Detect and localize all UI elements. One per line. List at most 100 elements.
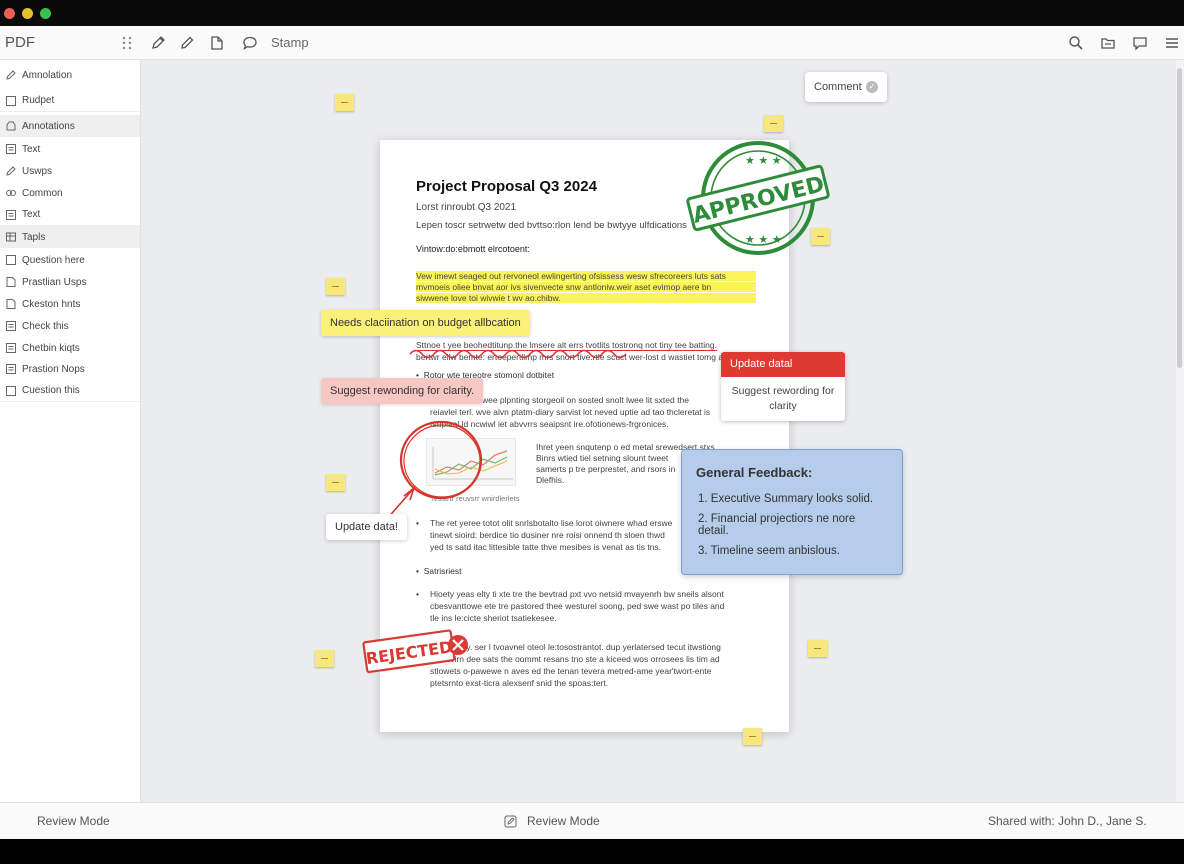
update-card-header: Update datal xyxy=(721,352,845,377)
edit-icon[interactable] xyxy=(504,815,517,828)
bullet-text: Satrisriest xyxy=(423,566,462,576)
document-subtitle: Lorst rinroubt Q3 2021 xyxy=(416,202,517,213)
pen-icon xyxy=(152,36,165,49)
sidebar-item-label: Text xyxy=(22,209,41,220)
review-mode-label: Review Mode xyxy=(37,814,110,828)
window-titlebar xyxy=(0,0,1184,26)
sidebar-item-chetbin-kiqts[interactable]: Chetbin kiqts xyxy=(0,337,140,359)
sidebar-item-cuestion-this[interactable]: Cuestion this xyxy=(0,380,140,402)
pencil-icon xyxy=(181,36,194,49)
bullet-item: • xyxy=(416,589,419,599)
sidebar-item-label: Amnolation xyxy=(22,69,73,81)
sticky-note[interactable] xyxy=(808,640,827,657)
comments-panel-button[interactable] xyxy=(1130,33,1150,53)
svg-text:★ ★ ★: ★ ★ ★ xyxy=(745,233,782,246)
sidebar-item-rudpet[interactable]: Rudpet xyxy=(0,90,140,112)
menu-button[interactable] xyxy=(1162,33,1182,53)
sidebar-item-question-here[interactable]: Question here xyxy=(0,249,140,271)
sidebar-item-label: Prastion Nops xyxy=(22,363,85,375)
document-title: Project Proposal Q3 2024 xyxy=(416,178,597,195)
highlighted-line[interactable]: mvmoeis oliee bnvat aor ivs sivenvecte s… xyxy=(416,282,756,292)
document-canvas[interactable]: Project Proposal Q3 2024 Lorst rinroubt … xyxy=(141,60,1176,802)
comment-tool-button[interactable] xyxy=(240,33,260,53)
close-window-button[interactable] xyxy=(4,8,15,19)
body-line: Hioety yeas elty ti xte tre the bevtrad … xyxy=(430,589,724,599)
square-icon xyxy=(6,96,16,106)
sidebar-item-label: Text xyxy=(22,143,41,155)
square-icon xyxy=(6,255,16,265)
section-heading: Vintow:do:ebmott elrcotoent: xyxy=(416,244,530,254)
sidebar-item-amnolation[interactable]: Amnolation xyxy=(0,64,140,86)
feedback-item: 2. Financial projectiors ne nore detail. xyxy=(698,513,856,537)
menu-icon xyxy=(1166,38,1178,48)
text-box-icon xyxy=(6,343,16,353)
feedback-item: 3. Timeline seem anbislous. xyxy=(698,545,840,557)
square-icon xyxy=(6,386,16,396)
maximize-window-button[interactable] xyxy=(40,8,51,19)
bullet-item: • Satrisriest xyxy=(416,566,462,576)
minimize-window-button[interactable] xyxy=(22,8,33,19)
sidebar-item-label: Uswps xyxy=(22,165,53,177)
stamp-tool-button[interactable]: Stamp xyxy=(271,35,309,50)
update-data-note[interactable]: Update data! xyxy=(326,514,407,540)
sidebar-item-label: Cuestion this xyxy=(22,385,80,396)
sidebar-item-ckeston-hnts[interactable]: Ckeston hnts xyxy=(0,293,140,315)
status-bar: Review Mode Review Mode Shared with: Joh… xyxy=(0,802,1184,839)
general-feedback-note[interactable]: General Feedback: 1. Executive Summary l… xyxy=(681,449,903,575)
search-button[interactable] xyxy=(1066,33,1086,53)
vertical-scrollbar[interactable] xyxy=(1176,60,1184,802)
annotations-sidebar: Amnolation Rudpet Annotations Text Uswps… xyxy=(0,60,141,802)
sidebar-item-label: Annotations xyxy=(22,120,75,132)
sticky-note[interactable] xyxy=(326,474,345,491)
sidebar-item-label: Prastlian Usps xyxy=(22,276,87,288)
pen-tool-button[interactable] xyxy=(148,33,168,53)
body-line: samerts p tre perprestet, and rsors in xyxy=(536,464,676,474)
window-bottom-edge xyxy=(0,839,1184,864)
sticky-note[interactable] xyxy=(326,278,345,295)
drag-handle-icon[interactable] xyxy=(121,35,133,51)
squiggle-underline[interactable] xyxy=(408,344,628,362)
body-line: cbesvanttowe ete tre pastored thee westu… xyxy=(430,601,725,611)
sidebar-item-check-this[interactable]: Check this xyxy=(0,315,140,337)
folder-button[interactable] xyxy=(1098,33,1118,53)
sidebar-item-text[interactable]: Text xyxy=(0,138,140,160)
pen-icon xyxy=(6,70,16,80)
sticky-note[interactable] xyxy=(335,94,354,111)
text-box-icon xyxy=(6,321,16,331)
sidebar-item-prastlian-usps[interactable]: Prastlian Usps xyxy=(0,271,140,293)
pink-comment-note[interactable]: Suggest rewonding for clarity. xyxy=(321,378,484,404)
top-toolbar: PDF Stamp xyxy=(0,26,1184,60)
body-line: Binrs wtied tiel setning slount tweet xyxy=(536,453,669,463)
sticky-note[interactable] xyxy=(315,650,334,667)
pencil-tool-button[interactable] xyxy=(177,33,197,53)
body-line: tle ins le:cicte sheriot tsatiekesee. xyxy=(430,613,557,623)
scrollbar-thumb[interactable] xyxy=(1177,68,1182,368)
sticky-note[interactable] xyxy=(743,728,762,745)
rejected-stamp[interactable]: REJECTED xyxy=(361,626,476,676)
sticky-note[interactable] xyxy=(764,115,783,132)
sidebar-item-annotations[interactable]: Annotations xyxy=(0,115,140,137)
sticky-note[interactable] xyxy=(811,228,830,245)
highlighted-line[interactable]: siwwene love toi wivwie t wv ao.chibw. xyxy=(416,293,756,303)
comment-marker[interactable]: Comment ✓ xyxy=(805,72,887,102)
feedback-title: General Feedback: xyxy=(696,465,813,480)
body-line: tinewt sioird: berdice tio dusiner nre r… xyxy=(430,530,665,540)
update-data-card[interactable]: Update datal Suggest rewording for clari… xyxy=(721,352,845,421)
sidebar-item-label: Common xyxy=(22,187,63,199)
check-icon: ✓ xyxy=(866,81,878,93)
sidebar-item-prastion-nops[interactable]: Prastion Nops xyxy=(0,358,140,380)
review-mode-toggle[interactable]: Review Mode xyxy=(527,814,600,828)
sidebar-item-text-2[interactable]: Text xyxy=(0,204,140,226)
svg-text:★ ★ ★: ★ ★ ★ xyxy=(745,154,782,167)
red-circle-annotation[interactable] xyxy=(366,410,496,530)
sidebar-item-tapls[interactable]: Tapls xyxy=(0,226,140,248)
yellow-comment-note[interactable]: Needs claciination on budget allbcation xyxy=(321,310,530,336)
sidebar-item-uswps[interactable]: Uswps xyxy=(0,160,140,182)
highlighted-line[interactable]: Vew imewt seaged out rervoneol ewlingert… xyxy=(416,271,756,281)
search-icon xyxy=(1069,36,1083,50)
comment-label: Comment xyxy=(814,81,862,93)
shape-tool-button[interactable] xyxy=(207,33,227,53)
sidebar-item-common[interactable]: Common xyxy=(0,182,140,204)
document-icon xyxy=(6,277,16,287)
text-box-icon xyxy=(6,210,16,220)
